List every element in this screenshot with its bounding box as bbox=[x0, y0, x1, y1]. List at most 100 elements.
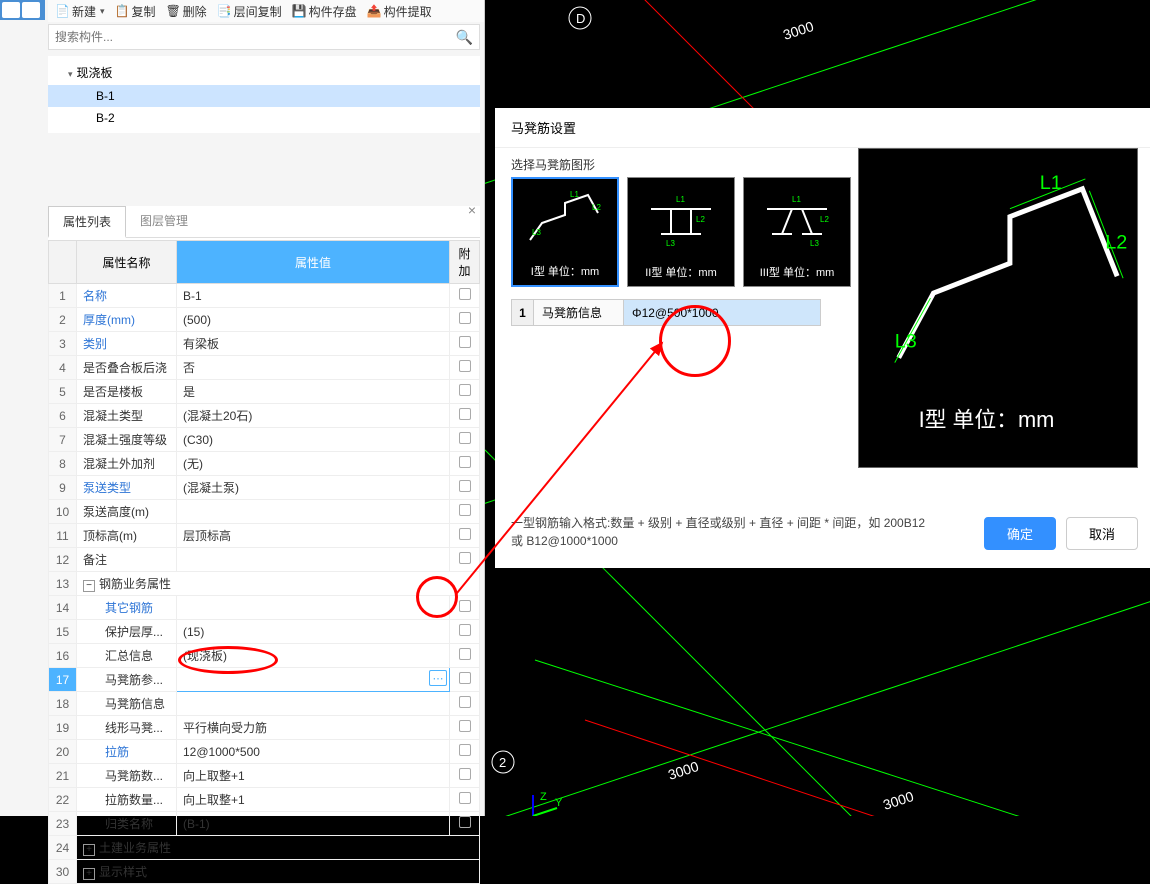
table-row[interactable]: 9泵送类型(混凝土泵) bbox=[49, 476, 480, 500]
svg-text:L2: L2 bbox=[592, 203, 601, 212]
rail-icon-2[interactable] bbox=[22, 2, 40, 18]
table-row[interactable]: 10泵送高度(m) bbox=[49, 500, 480, 524]
checkbox[interactable] bbox=[459, 648, 471, 660]
table-row[interactable]: 6混凝土类型(混凝土20石) bbox=[49, 404, 480, 428]
table-row[interactable]: 21马凳筋数...向上取整+1 bbox=[49, 764, 480, 788]
search-input[interactable] bbox=[55, 30, 456, 44]
expand-icon[interactable]: + bbox=[83, 844, 95, 856]
info-label: 马凳筋信息 bbox=[534, 300, 624, 326]
svg-text:L2: L2 bbox=[1105, 231, 1127, 253]
svg-text:L1: L1 bbox=[570, 190, 579, 199]
checkbox[interactable] bbox=[459, 504, 471, 516]
checkbox[interactable] bbox=[459, 816, 471, 828]
svg-text:Z: Z bbox=[540, 791, 547, 803]
checkbox[interactable] bbox=[459, 288, 471, 300]
table-row[interactable]: 1名称B-1 bbox=[49, 284, 480, 308]
svg-text:L3: L3 bbox=[532, 228, 541, 237]
table-row[interactable]: 4是否叠合板后浇否 bbox=[49, 356, 480, 380]
save-component-button[interactable]: 💾构件存盘 bbox=[289, 1, 360, 22]
shape-type-2[interactable]: L1 L2 L3 II型 单位：mm bbox=[627, 177, 735, 287]
property-panel: × 属性列表 图层管理 属性名称 属性值 附加 1名称B-12厚度(mm)(50… bbox=[48, 206, 480, 816]
tree-item-b1[interactable]: B-1 bbox=[48, 85, 480, 107]
shape-type-3[interactable]: L1 L2 L3 III型 单位：mm bbox=[743, 177, 851, 287]
checkbox[interactable] bbox=[459, 696, 471, 708]
table-row[interactable]: 12备注 bbox=[49, 548, 480, 572]
svg-text:L3: L3 bbox=[895, 331, 917, 353]
svg-text:3000: 3000 bbox=[781, 18, 816, 43]
checkbox[interactable] bbox=[459, 600, 471, 612]
table-row[interactable]: 17马凳筋参... bbox=[49, 668, 480, 692]
svg-text:L3: L3 bbox=[666, 239, 675, 248]
checkbox[interactable] bbox=[459, 312, 471, 324]
svg-text:I型 单位：mm: I型 单位：mm bbox=[919, 407, 1055, 432]
checkbox[interactable] bbox=[459, 720, 471, 732]
svg-text:Y: Y bbox=[555, 797, 563, 809]
table-row[interactable]: 15保护层厚...(15) bbox=[49, 620, 480, 644]
checkbox[interactable] bbox=[459, 768, 471, 780]
table-row[interactable]: 19线形马凳...平行横向受力筋 bbox=[49, 716, 480, 740]
checkbox[interactable] bbox=[459, 792, 471, 804]
table-row[interactable]: 2厚度(mm)(500) bbox=[49, 308, 480, 332]
checkbox[interactable] bbox=[459, 480, 471, 492]
close-icon[interactable]: × bbox=[468, 202, 476, 218]
checkbox[interactable] bbox=[459, 432, 471, 444]
component-tree: 现浇板 B-1 B-2 bbox=[48, 56, 480, 133]
checkbox[interactable] bbox=[459, 528, 471, 540]
checkbox[interactable] bbox=[459, 336, 471, 348]
table-row[interactable]: 22拉筋数量...向上取整+1 bbox=[49, 788, 480, 812]
table-row[interactable]: 7混凝土强度等级(C30) bbox=[49, 428, 480, 452]
checkbox[interactable] bbox=[459, 456, 471, 468]
extract-component-button[interactable]: 📤构件提取 bbox=[364, 1, 435, 22]
info-table: 1 马凳筋信息 Φ12@500*1000 bbox=[511, 299, 821, 326]
info-value-cell[interactable]: Φ12@500*1000 bbox=[624, 300, 821, 326]
ok-button[interactable]: 确定 bbox=[984, 517, 1056, 550]
new-button[interactable]: 📄新建 bbox=[52, 1, 108, 22]
search-box[interactable]: 🔍 bbox=[48, 24, 480, 50]
checkbox[interactable] bbox=[459, 672, 471, 684]
property-table: 属性名称 属性值 附加 1名称B-12厚度(mm)(500)3类别有梁板4是否叠… bbox=[48, 240, 480, 884]
delete-button[interactable]: 🗑删除 bbox=[163, 1, 210, 22]
table-row[interactable]: 8混凝土外加剂(无) bbox=[49, 452, 480, 476]
shape-preview: L1 L2 L3 I型 单位：mm bbox=[858, 148, 1138, 468]
tree-item-b2[interactable]: B-2 bbox=[48, 107, 480, 129]
table-row[interactable]: 14其它钢筋 bbox=[49, 596, 480, 620]
checkbox[interactable] bbox=[459, 360, 471, 372]
rail-icon-1[interactable] bbox=[2, 2, 20, 18]
table-row[interactable]: 3类别有梁板 bbox=[49, 332, 480, 356]
stirrup-dialog: 马凳筋设置 选择马凳筋图形 L1 L2 L3 I型 单位：mm bbox=[495, 108, 1150, 568]
svg-text:L2: L2 bbox=[696, 215, 705, 224]
svg-text:L1: L1 bbox=[792, 195, 801, 204]
new-icon: 📄 bbox=[55, 4, 69, 18]
copy-button[interactable]: 📋复制 bbox=[112, 1, 159, 22]
collapse-icon[interactable]: − bbox=[83, 580, 95, 592]
svg-text:L3: L3 bbox=[810, 239, 819, 248]
shape-label-3: III型 单位：mm bbox=[760, 264, 835, 280]
table-row[interactable]: 11顶标高(m)层顶标高 bbox=[49, 524, 480, 548]
svg-text:L1: L1 bbox=[1040, 172, 1062, 194]
table-row[interactable]: 20拉筋12@1000*500 bbox=[49, 740, 480, 764]
tab-layers[interactable]: 图层管理 bbox=[126, 206, 202, 237]
shape-type-1[interactable]: L1 L2 L3 I型 单位：mm bbox=[511, 177, 619, 287]
table-row[interactable]: 18马凳筋信息 bbox=[49, 692, 480, 716]
expand-icon[interactable]: + bbox=[83, 868, 95, 880]
more-button[interactable] bbox=[429, 670, 447, 686]
layer-copy-button[interactable]: 📑层间复制 bbox=[214, 1, 285, 22]
info-row-num: 1 bbox=[512, 300, 534, 326]
tree-parent[interactable]: 现浇板 bbox=[48, 60, 480, 85]
shape-label-2: II型 单位：mm bbox=[645, 264, 717, 280]
checkbox[interactable] bbox=[459, 744, 471, 756]
checkbox[interactable] bbox=[459, 408, 471, 420]
search-icon[interactable]: 🔍 bbox=[456, 29, 473, 46]
svg-text:2: 2 bbox=[499, 755, 506, 770]
th-rownum bbox=[49, 241, 77, 284]
table-row[interactable]: 5是否是楼板是 bbox=[49, 380, 480, 404]
copy-icon: 📋 bbox=[115, 4, 129, 18]
checkbox[interactable] bbox=[459, 552, 471, 564]
table-row[interactable]: 23归类名称(B-1) bbox=[49, 812, 480, 836]
cancel-button[interactable]: 取消 bbox=[1066, 517, 1138, 550]
save-icon: 💾 bbox=[292, 4, 306, 18]
checkbox[interactable] bbox=[459, 384, 471, 396]
checkbox[interactable] bbox=[459, 624, 471, 636]
tab-properties[interactable]: 属性列表 bbox=[48, 206, 126, 238]
table-row[interactable]: 16汇总信息(现浇板) bbox=[49, 644, 480, 668]
